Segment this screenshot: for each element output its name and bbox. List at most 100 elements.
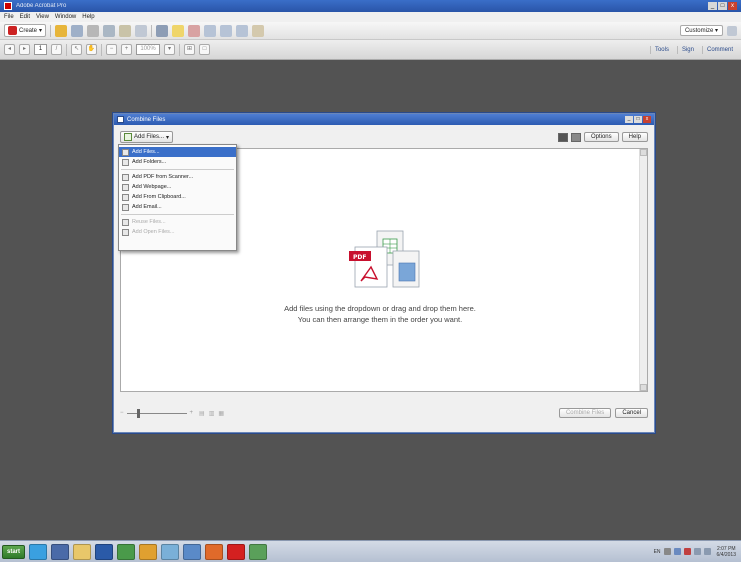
language-indicator[interactable]: EN <box>654 549 661 555</box>
combine-taskbar-icon[interactable] <box>249 543 268 560</box>
menu-item-label: Add From Clipboard... <box>132 194 186 200</box>
fit-page-icon[interactable]: ⊞ <box>184 44 195 55</box>
thumbnail-size-slider[interactable]: − + <box>120 408 194 418</box>
combine-files-icon <box>117 116 124 123</box>
previous-page-icon[interactable]: ◂ <box>4 44 15 55</box>
start-button[interactable]: start <box>2 544 26 559</box>
options-button[interactable]: Options <box>583 132 619 142</box>
acrobat-taskbar-icon[interactable] <box>227 543 246 560</box>
explorer-icon[interactable] <box>73 543 92 560</box>
create-button[interactable]: Create ▾ <box>4 24 47 37</box>
cancel-button[interactable]: Cancel <box>615 408 648 418</box>
dropdown-item[interactable]: Add From Clipboard... <box>119 192 236 202</box>
share-icon[interactable] <box>204 24 217 37</box>
edit-icon[interactable] <box>119 24 132 37</box>
arrange-icons: ▤ ▥ ▦ <box>199 410 224 417</box>
outlook-icon[interactable] <box>139 543 158 560</box>
menu-file[interactable]: File <box>4 14 14 20</box>
dropdown-item[interactable]: Add Files... <box>119 147 236 157</box>
hand-tool-icon[interactable]: ✋ <box>86 44 97 55</box>
dialog-toolbar: Add Files... ▾ Options Help <box>120 130 648 144</box>
save-icon[interactable] <box>71 24 84 37</box>
zoom-out-icon[interactable]: − <box>106 44 117 55</box>
expand-icon[interactable] <box>727 25 737 36</box>
toolbar-divider <box>101 43 102 56</box>
dialog-close-button[interactable]: x <box>643 116 651 123</box>
slider-thumb[interactable] <box>136 408 140 418</box>
customize-dropdown[interactable]: Customize ▾ <box>679 25 723 36</box>
dropdown-item[interactable]: Add Folders... <box>119 157 236 167</box>
menu-help[interactable]: Help <box>82 14 94 20</box>
dropdown-item[interactable]: Add PDF from Scanner... <box>119 172 236 182</box>
menu-view[interactable]: View <box>36 14 49 20</box>
page-range-icon[interactable]: / <box>51 44 62 55</box>
scroll-down-icon[interactable] <box>640 384 647 391</box>
network-tray-icon[interactable] <box>673 548 681 555</box>
dropdown-item[interactable]: Add Webpage... <box>119 182 236 192</box>
dialog-minimize-button[interactable]: _ <box>625 116 633 123</box>
zoom-dropdown-icon[interactable]: ▾ <box>164 44 175 55</box>
review-icon[interactable] <box>220 24 233 37</box>
move-up-icon[interactable]: ▤ <box>199 410 205 417</box>
zoom-field[interactable]: 100% <box>136 44 160 55</box>
add-files-button[interactable]: Add Files... ▾ <box>120 131 174 143</box>
minimize-button[interactable]: _ <box>708 2 717 10</box>
display-icon[interactable] <box>135 24 148 37</box>
volume-icon[interactable] <box>693 548 701 555</box>
word-icon[interactable] <box>95 543 114 560</box>
keyboard-icon[interactable] <box>663 548 671 555</box>
email-icon[interactable] <box>103 24 116 37</box>
undo-icon[interactable] <box>252 24 265 37</box>
document-icon[interactable] <box>236 24 249 37</box>
toolbar-divider <box>179 43 180 56</box>
thumbnail-view-icon[interactable] <box>557 132 568 142</box>
combine-files-button[interactable]: Combine Files <box>558 408 612 418</box>
network-icon[interactable] <box>51 543 70 560</box>
media-player-icon[interactable] <box>183 543 202 560</box>
menu-edit[interactable]: Edit <box>20 14 30 20</box>
notepad-icon[interactable] <box>161 543 180 560</box>
chevron-down-icon: ▾ <box>714 28 718 34</box>
select-tool-icon[interactable]: ↖ <box>71 44 82 55</box>
create-label: Create <box>19 27 38 34</box>
list-view-icon[interactable] <box>570 132 581 142</box>
zoom-in-icon[interactable]: + <box>121 44 132 55</box>
zoom-in-icon: + <box>189 410 194 416</box>
move-down-icon[interactable]: ▥ <box>209 410 215 417</box>
browser-icon[interactable] <box>29 543 48 560</box>
svg-text:PDF: PDF <box>353 254 366 261</box>
settings-icon[interactable] <box>156 24 169 37</box>
page-number-field[interactable]: 1 <box>34 44 47 55</box>
drop-instructions-line2: You can then arrange them in the order y… <box>297 315 463 324</box>
tab-tools[interactable]: Tools <box>649 45 673 54</box>
acrobat-app-icon <box>4 2 12 10</box>
dialog-maximize-button[interactable]: □ <box>634 116 642 123</box>
chrome-icon[interactable] <box>205 543 224 560</box>
dialog-actions: Combine Files Cancel <box>558 408 648 418</box>
publisher-icon[interactable] <box>117 543 136 560</box>
scroll-up-icon[interactable] <box>640 149 647 156</box>
dropdown-item[interactable]: Add Email... <box>119 202 236 212</box>
comment-icon[interactable] <box>172 24 185 37</box>
security-icon[interactable] <box>683 548 691 555</box>
add-file-icon <box>124 133 132 141</box>
vertical-scrollbar[interactable] <box>639 149 647 391</box>
print-icon[interactable] <box>87 24 100 37</box>
remove-icon[interactable]: ▦ <box>218 410 224 417</box>
close-button[interactable]: x <box>728 2 737 10</box>
open-folder-icon[interactable] <box>55 24 68 37</box>
tab-comment[interactable]: Comment <box>701 45 737 54</box>
next-page-icon[interactable]: ▸ <box>19 44 30 55</box>
maximize-button[interactable]: □ <box>718 2 727 10</box>
help-button[interactable]: Help <box>621 132 648 142</box>
menu-item-label: Add Folders... <box>132 159 167 165</box>
tab-sign[interactable]: Sign <box>676 45 698 54</box>
system-clock[interactable]: 2:07 PM 6/4/2013 <box>714 546 739 558</box>
menu-window[interactable]: Window <box>55 14 76 20</box>
menu-item-icon <box>122 158 129 166</box>
highlight-icon[interactable] <box>188 24 201 37</box>
app-title-bar: Adobe Acrobat Pro _ □ x <box>0 0 741 12</box>
power-icon[interactable] <box>703 548 711 555</box>
drop-instructions-line1: Add files using the dropdown or drag and… <box>284 304 476 313</box>
fit-width-icon[interactable]: □ <box>199 44 210 55</box>
